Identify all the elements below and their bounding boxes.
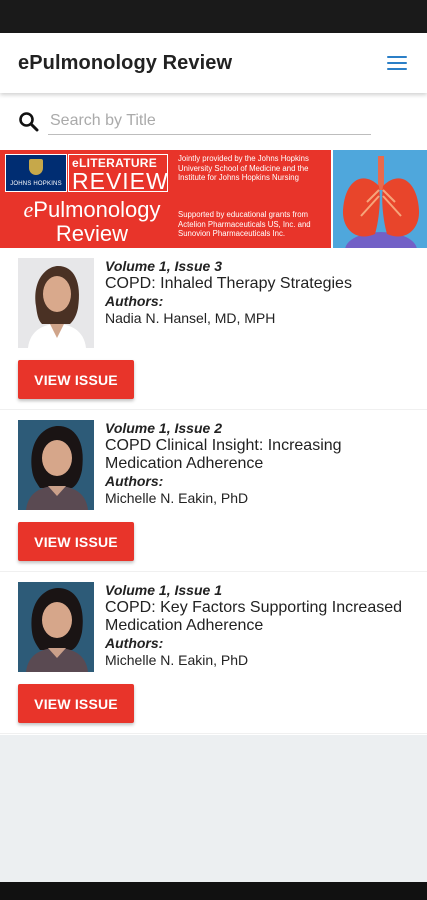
search-row	[0, 93, 427, 150]
johns-hopkins-logo: JOHNS HOPKINS	[5, 154, 67, 192]
issue-volume: Volume 1, Issue 2	[105, 420, 222, 436]
issue-item: Volume 1, Issue 2 COPD Clinical Insight:…	[0, 410, 427, 572]
banner-ad[interactable]: JOHNS HOPKINS eLITERATURE REVIEW ePulmon…	[0, 150, 427, 248]
author-photo	[18, 420, 94, 510]
authors-label: Authors:	[105, 635, 164, 651]
app-title: ePulmonology Review	[18, 51, 233, 74]
issue-title: COPD: Inhaled Therapy Strategies	[105, 275, 352, 292]
issue-title: COPD: Key Factors Supporting Increased M…	[105, 599, 403, 634]
issue-volume: Volume 1, Issue 1	[105, 582, 222, 598]
hamburger-menu-icon[interactable]	[385, 53, 409, 73]
issue-volume: Volume 1, Issue 3	[105, 258, 222, 274]
navigation-bar	[0, 882, 427, 900]
issue-info: Volume 1, Issue 3 COPD: Inhaled Therapy …	[105, 258, 415, 327]
author-name: Nadia N. Hansel, MD, MPH	[105, 310, 276, 326]
author-photo	[18, 258, 94, 348]
banner-title: ePulmonology Review	[23, 197, 161, 246]
main-content: JOHNS HOPKINS eLITERATURE REVIEW ePulmon…	[0, 93, 427, 735]
view-issue-button[interactable]: VIEW ISSUE	[18, 360, 134, 399]
banner-support-note: Supported by educational grants from Act…	[178, 210, 311, 238]
issue-info: Volume 1, Issue 1 COPD: Key Factors Supp…	[105, 582, 415, 669]
eliterature-review-logo: eLITERATURE REVIEW	[68, 154, 168, 194]
issue-info: Volume 1, Issue 2 COPD Clinical Insight:…	[105, 420, 415, 507]
author-name: Michelle N. Eakin, PhD	[105, 652, 249, 668]
issue-item: Volume 1, Issue 3 COPD: Inhaled Therapy …	[0, 248, 427, 410]
issue-item: Volume 1, Issue 1 COPD: Key Factors Supp…	[0, 572, 427, 734]
app-bar: ePulmonology Review	[0, 33, 427, 93]
authors-label: Authors:	[105, 293, 164, 309]
status-bar	[0, 0, 427, 33]
lungs-image	[331, 150, 427, 248]
authors-label: Authors:	[105, 473, 164, 489]
issue-title: COPD Clinical Insight: Increasing Medica…	[105, 437, 342, 472]
banner-provided-note: Jointly provided by the Johns Hopkins Un…	[178, 154, 309, 182]
search-icon	[18, 111, 40, 133]
view-issue-button[interactable]: VIEW ISSUE	[18, 522, 134, 561]
author-photo	[18, 582, 94, 672]
search-input[interactable]	[48, 108, 371, 135]
view-issue-button[interactable]: VIEW ISSUE	[18, 684, 134, 723]
author-name: Michelle N. Eakin, PhD	[105, 490, 249, 506]
